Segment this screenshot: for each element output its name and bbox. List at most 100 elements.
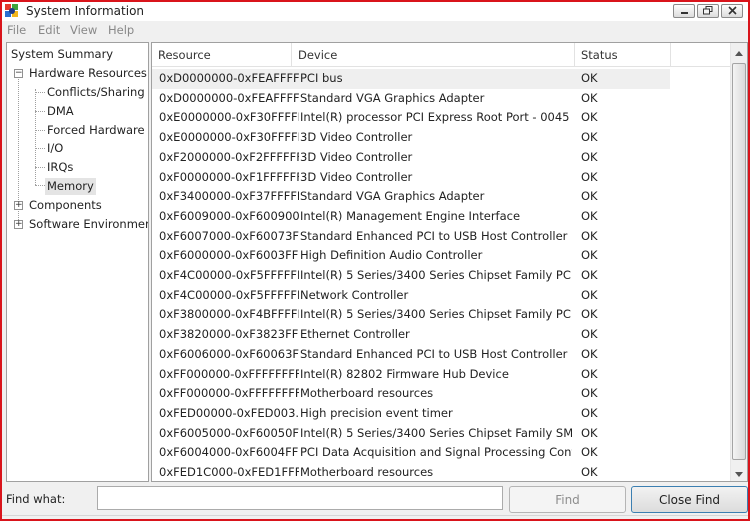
resource-cell: 0xFED1C000-0xFED1FFFF	[159, 465, 299, 479]
device-cell: 3D Video Controller	[300, 130, 413, 145]
table-row[interactable]: 0xFF000000-0xFFFFFFFF Intel(R) 82802 Firm…	[152, 365, 732, 385]
expand-icon[interactable]: +	[14, 201, 23, 210]
table-row[interactable]: 0xE0000000-0xF30FFFFF 3D Video Controller…	[152, 128, 732, 148]
table-row[interactable]: 0xF4C00000-0xF5FFFFFF Intel(R) 5 Series/3…	[152, 266, 732, 286]
menu-help[interactable]: Help	[108, 23, 134, 37]
window-title: System Information	[26, 4, 145, 18]
resource-cell: 0xF6005000-0xF60050FF	[159, 425, 299, 440]
device-cell: Intel(R) 5 Series/3400 Series Chipset Fa…	[300, 425, 572, 440]
resource-cell: 0xE0000000-0xF30FFFFF	[159, 130, 299, 145]
column-header-device[interactable]: Device	[292, 43, 575, 67]
table-row[interactable]: 0xF0000000-0xF1FFFFFF 3D Video Controller…	[152, 168, 732, 188]
close-window-button[interactable]	[721, 4, 743, 18]
menu-edit[interactable]: Edit	[38, 23, 60, 37]
tree-guide-line	[35, 89, 36, 185]
resource-cell: 0xF6009000-0xF600900F	[159, 208, 299, 223]
device-cell: Ethernet Controller	[300, 327, 410, 342]
device-cell: Intel(R) processor PCI Express Root Port…	[300, 110, 570, 125]
device-cell: High precision event timer	[300, 405, 453, 420]
column-header-status[interactable]: Status	[575, 43, 671, 67]
table-row[interactable]: 0xD0000000-0xFEAFFFFF Standard VGA Graphi…	[152, 89, 732, 109]
tree-item-components[interactable]: Components	[29, 197, 102, 214]
table-row[interactable]: 0xF6000000-0xF6003FFF High Definition Aud…	[152, 246, 732, 266]
resource-list[interactable]: Resource Device Status 0xD0000000-0xFEAF…	[151, 42, 748, 482]
table-row[interactable]: 0xF2000000-0xF2FFFFFF 3D Video Controller…	[152, 148, 732, 168]
status-cell: OK	[581, 346, 598, 361]
status-cell: OK	[581, 208, 598, 223]
title-bar[interactable]: System Information	[2, 2, 748, 21]
table-row[interactable]: 0xF6005000-0xF60050FF Intel(R) 5 Series/3…	[152, 424, 732, 444]
tree-item-system-summary[interactable]: System Summary	[11, 46, 113, 63]
device-cell: 3D Video Controller	[300, 149, 413, 164]
column-header-filler	[671, 43, 732, 67]
scroll-down-button[interactable]	[731, 464, 747, 481]
resource-cell: 0xF3800000-0xF4BFFFFF	[159, 307, 299, 322]
status-cell: OK	[581, 307, 598, 322]
device-cell: High Definition Audio Controller	[300, 248, 483, 263]
resource-cell: 0xF4C00000-0xF5FFFFFF	[159, 268, 299, 282]
find-what-input[interactable]	[97, 486, 503, 510]
tree-item-memory[interactable]: Memory	[45, 178, 96, 195]
status-cell: OK	[581, 169, 598, 184]
menu-view[interactable]: View	[70, 23, 97, 37]
table-row[interactable]: 0xE0000000-0xF30FFFFF Intel(R) processor …	[152, 108, 732, 128]
table-row[interactable]: 0xD0000000-0xFEAFFFFF PCI bus OK	[152, 69, 670, 89]
scroll-up-button[interactable]	[731, 43, 747, 60]
tree-item-forced-hardware[interactable]: Forced Hardware	[47, 122, 145, 139]
status-cell: OK	[581, 228, 598, 243]
table-row[interactable]: 0xFF000000-0xFFFFFFFF Motherboard resourc…	[152, 384, 732, 404]
menu-bar: File Edit View Help	[2, 21, 748, 40]
menu-file[interactable]: File	[7, 23, 26, 37]
expand-icon[interactable]: +	[14, 220, 23, 229]
resource-cell: 0xF6004000-0xF6004FFF	[159, 445, 299, 460]
scroll-down-arrow-icon	[735, 466, 743, 480]
tree-guide-line	[35, 130, 45, 131]
tree-item-dma[interactable]: DMA	[47, 103, 74, 120]
tree-guide-line	[35, 111, 45, 112]
tree-item-software-environment[interactable]: Software Environment	[29, 216, 148, 233]
device-cell: PCI bus	[300, 71, 343, 85]
status-cell: OK	[581, 189, 598, 204]
tree-item-conflicts-sharing[interactable]: Conflicts/Sharing	[47, 84, 145, 101]
table-row[interactable]: 0xFED1C000-0xFED1FFFF Motherboard resourc…	[152, 463, 732, 481]
table-row[interactable]: 0xF3400000-0xF37FFFFF Standard VGA Graphi…	[152, 187, 732, 207]
tree-item-io[interactable]: I/O	[47, 140, 63, 157]
category-tree[interactable]: System Summary − Hardware Resources Conf…	[6, 42, 149, 482]
status-cell: OK	[581, 465, 598, 479]
close-find-button[interactable]: Close Find	[631, 486, 748, 513]
find-what-label: Find what:	[6, 492, 66, 506]
minimize-button[interactable]	[673, 4, 695, 18]
collapse-icon[interactable]: −	[14, 69, 23, 78]
resource-cell: 0xD0000000-0xFEAFFFFF	[159, 90, 299, 105]
resource-cell: 0xF0000000-0xF1FFFFFF	[159, 169, 299, 184]
restore-icon	[703, 4, 713, 18]
device-cell: Intel(R) 5 Series/3400 Series Chipset Fa…	[300, 268, 572, 282]
device-cell: PCI Data Acquisition and Signal Processi…	[300, 445, 572, 460]
table-row[interactable]: 0xF3820000-0xF3823FFF Ethernet Controller…	[152, 325, 732, 345]
table-row[interactable]: 0xF4C00000-0xF5FFFFFF Network Controller O…	[152, 286, 732, 306]
status-cell: OK	[581, 268, 598, 282]
device-cell: Intel(R) 82802 Firmware Hub Device	[300, 366, 509, 381]
tree-item-irqs[interactable]: IRQs	[47, 159, 73, 176]
tree-item-hardware-resources[interactable]: Hardware Resources	[29, 65, 147, 82]
tree-guide-line	[35, 148, 45, 149]
resource-cell: 0xFF000000-0xFFFFFFFF	[159, 366, 299, 381]
device-cell: Intel(R) Management Engine Interface	[300, 208, 521, 223]
table-row[interactable]: 0xFED00000-0xFED003... High precision eve…	[152, 404, 732, 424]
device-cell: Standard VGA Graphics Adapter	[300, 90, 485, 105]
column-header-resource[interactable]: Resource	[152, 43, 292, 67]
resource-cell: 0xFF000000-0xFFFFFFFF	[159, 386, 299, 401]
table-row[interactable]: 0xF6004000-0xF6004FFF PCI Data Acquisitio…	[152, 443, 732, 463]
table-row[interactable]: 0xF6009000-0xF600900F Intel(R) Management…	[152, 207, 732, 227]
find-button[interactable]: Find	[509, 486, 626, 513]
restore-button[interactable]	[697, 4, 719, 18]
device-cell: Standard Enhanced PCI to USB Host Contro…	[300, 228, 568, 243]
resource-cell: 0xFED00000-0xFED003...	[159, 405, 299, 420]
tree-guide-line	[35, 167, 45, 168]
table-row[interactable]: 0xF6007000-0xF60073FF Standard Enhanced P…	[152, 227, 732, 247]
find-options-strip	[2, 515, 748, 519]
vertical-scrollbar[interactable]	[730, 43, 747, 481]
scroll-thumb[interactable]	[732, 63, 746, 460]
table-row[interactable]: 0xF6006000-0xF60063FF Standard Enhanced P…	[152, 345, 732, 365]
table-row[interactable]: 0xF3800000-0xF4BFFFFF Intel(R) 5 Series/3…	[152, 305, 732, 325]
